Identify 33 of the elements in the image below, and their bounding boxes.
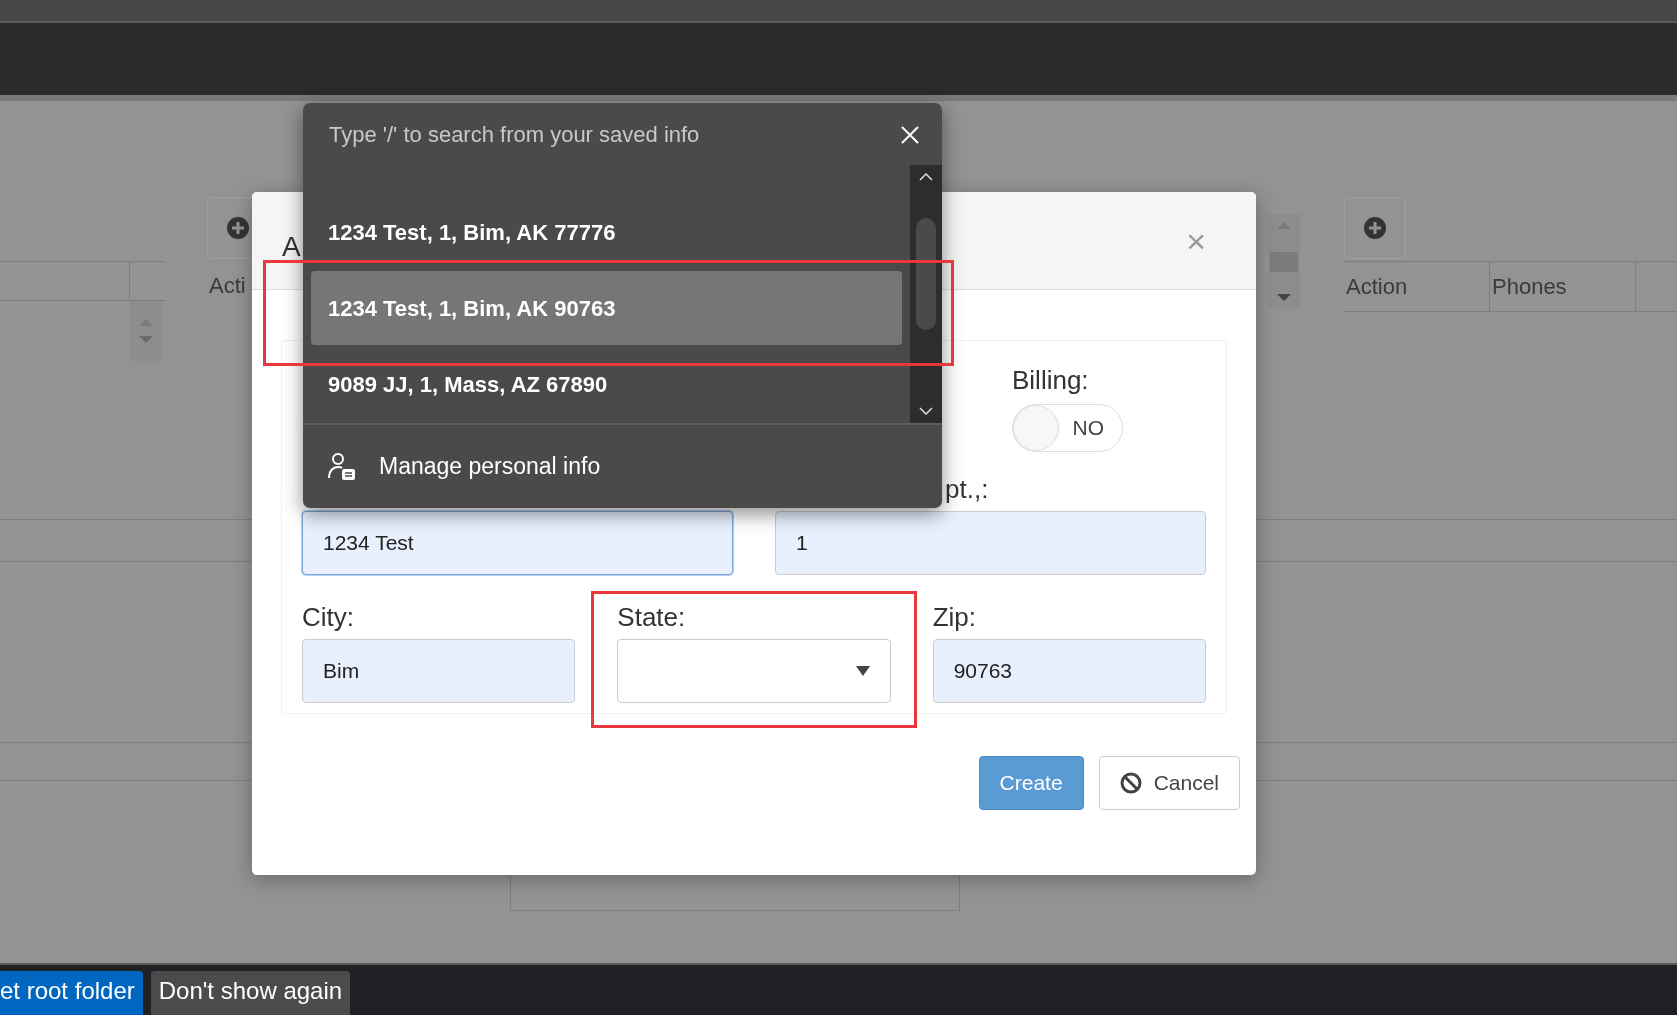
- add-button[interactable]: [1344, 197, 1406, 259]
- caret-icon: [855, 666, 870, 676]
- suggestion-item[interactable]: 9089 JJ, 1, Mass, AZ 67890: [311, 346, 902, 422]
- plus-icon: [226, 216, 250, 240]
- field-label: pt.,:: [944, 473, 990, 505]
- plus-icon: [1363, 216, 1387, 240]
- field-label: State:: [617, 601, 687, 633]
- field-label: Billing:: [1012, 364, 1090, 397]
- column-header: Action: [1344, 262, 1490, 311]
- bar-button[interactable]: Don't show again: [150, 971, 351, 1015]
- manage-info-link[interactable]: Manage personal info: [379, 449, 601, 484]
- chevron-up-icon[interactable]: [919, 173, 933, 181]
- toggle-switch[interactable]: NO: [1012, 404, 1123, 452]
- search-field[interactable]: Type '/' to search from your saved info: [327, 116, 896, 152]
- input-field[interactable]: 90763: [932, 639, 1206, 703]
- suggestion-item[interactable]: 1234 Test, 1, Bim, AK 90763: [311, 271, 902, 345]
- input-field[interactable]: Bim: [302, 639, 576, 703]
- field-label: Zip:: [932, 601, 977, 633]
- dialog-title: A: [282, 229, 301, 264]
- down-arrow-icon[interactable]: [1275, 293, 1293, 303]
- column-header: Phones: [1490, 262, 1636, 311]
- column-header: Acti: [208, 272, 247, 300]
- person-card-icon: [327, 451, 357, 482]
- cancel-button[interactable]: Cancel: [1098, 756, 1240, 810]
- suggestion-item[interactable]: 1234 Test, 1, Bim, AK 77776: [311, 194, 902, 270]
- field-label: City:: [302, 601, 355, 633]
- input-field[interactable]: 1: [775, 511, 1206, 575]
- ban-icon: [1119, 772, 1142, 794]
- chevron-down-icon[interactable]: [919, 407, 933, 415]
- bar-button[interactable]: et root folder: [0, 971, 143, 1015]
- close-icon: [900, 124, 920, 145]
- input-field[interactable]: 1234 Test: [302, 511, 733, 575]
- scrollbar-thumb[interactable]: [916, 218, 936, 330]
